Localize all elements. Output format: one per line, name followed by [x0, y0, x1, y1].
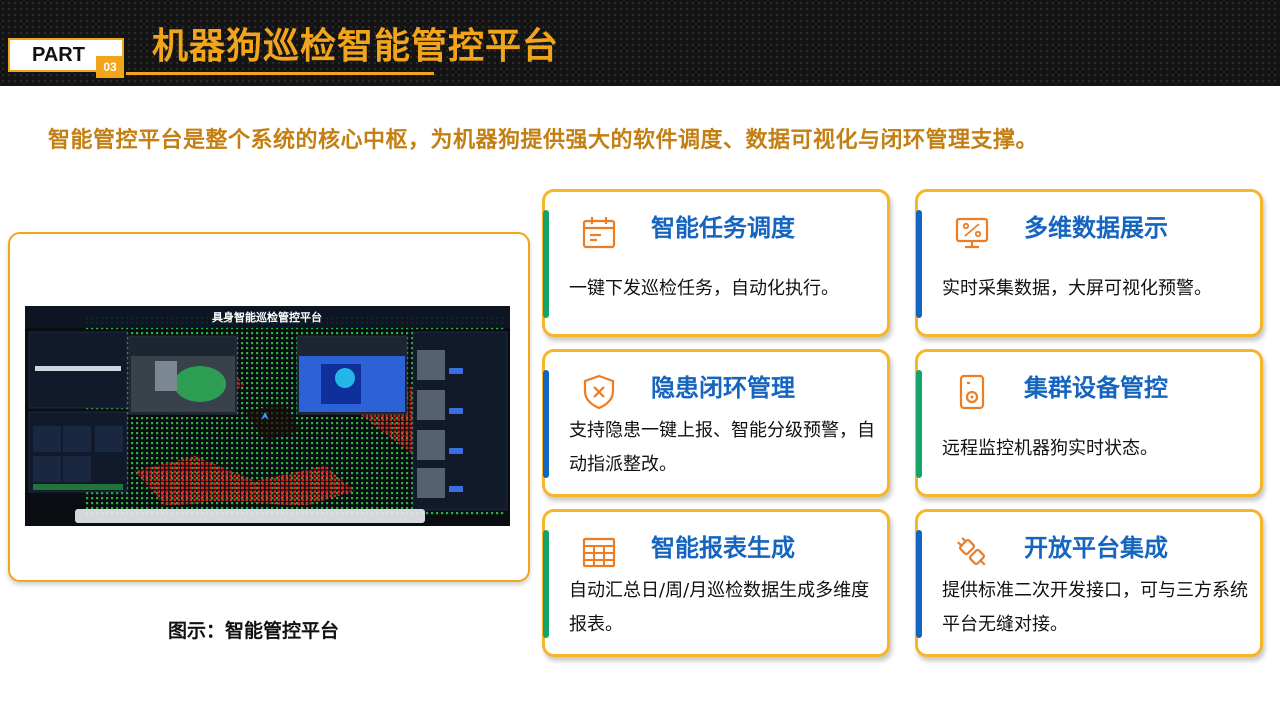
card-accent-bar	[543, 210, 549, 318]
title-underline	[126, 72, 434, 75]
card-accent-bar	[543, 530, 549, 638]
dashboard-title: 具身智能巡检管控平台	[212, 310, 322, 324]
screenshot-caption: 图示：智能管控平台	[168, 620, 340, 642]
feature-card-data-display: 多维数据展示 实时采集数据，大屏可视化预警。	[915, 189, 1263, 337]
card-description: 支持隐患一键上报、智能分级预警，自动指派整改。	[569, 420, 875, 475]
page-title: 机器狗巡检智能管控平台	[152, 26, 560, 67]
card-title: 智能报表生成	[651, 534, 795, 562]
part-label: PART	[32, 44, 85, 66]
card-description: 实时采集数据，大屏可视化预警。	[942, 278, 1212, 299]
table-icon	[582, 537, 616, 568]
card-title: 多维数据展示	[1024, 214, 1168, 242]
feature-card-open-platform: 开放平台集成 提供标准二次开发接口，可与三方系统平台无缝对接。	[915, 509, 1263, 657]
card-accent-bar	[916, 370, 922, 478]
card-description: 一键下发巡检任务，自动化执行。	[569, 278, 839, 299]
card-accent-bar	[916, 210, 922, 318]
card-description: 提供标准二次开发接口，可与三方系统平台无缝对接。	[942, 580, 1248, 635]
feature-card-device-control: 集群设备管控 远程监控机器狗实时状态。	[915, 349, 1263, 497]
feature-card-task-scheduling: 智能任务调度 一键下发巡检任务，自动化执行。	[542, 189, 890, 337]
card-title: 开放平台集成	[1024, 534, 1168, 562]
monitor-chart-icon	[955, 217, 989, 249]
card-title: 集群设备管控	[1024, 374, 1168, 402]
page-subtitle: 智能管控平台是整个系统的核心中枢，为机器狗提供强大的软件调度、数据可视化与闭环管…	[48, 128, 1039, 153]
card-description: 自动汇总日/周/月巡检数据生成多维度报表。	[569, 580, 870, 635]
card-description: 远程监控机器狗实时状态。	[942, 438, 1158, 459]
device-control-icon	[959, 374, 985, 410]
shield-icon	[583, 374, 615, 410]
card-accent-bar	[543, 370, 549, 478]
part-number: 03	[96, 56, 124, 78]
card-title: 隐患闭环管理	[651, 374, 795, 402]
calendar-icon	[582, 217, 616, 249]
card-title: 智能任务调度	[651, 214, 795, 242]
feature-card-report-generation: 智能报表生成 自动汇总日/周/月巡检数据生成多维度报表。	[542, 509, 890, 657]
plug-icon	[957, 537, 986, 566]
dashboard-screenshot: 具身智能巡检管控平台	[25, 306, 510, 526]
dashboard-image: 具身智能巡检管控平台	[25, 306, 510, 526]
feature-card-hazard-management: 隐患闭环管理 支持隐患一键上报、智能分级预警，自动指派整改。	[542, 349, 890, 497]
card-accent-bar	[916, 530, 922, 638]
